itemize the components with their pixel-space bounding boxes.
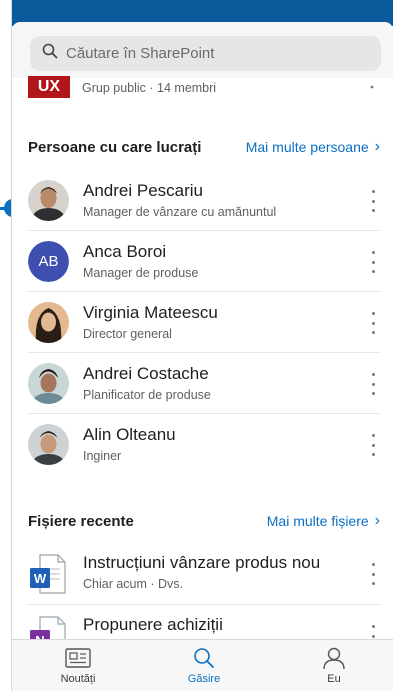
tab-find[interactable]: Găsire — [159, 646, 249, 685]
person-row[interactable]: Andrei Costache Planificator de produse — [28, 353, 380, 414]
site-subtitle: Grup public · 14 membri — [82, 81, 217, 95]
file-row[interactable]: W Instrucțiuni vânzare produs nou Chiar … — [28, 543, 380, 605]
person-name: Anca Boroi — [83, 242, 167, 261]
search-placeholder: Căutare în SharePoint — [66, 45, 215, 62]
svg-text:W: W — [34, 571, 47, 586]
bottom-tab-bar: Noutăți Găsire Eu — [12, 639, 393, 691]
tab-me-label: Eu — [327, 673, 341, 685]
news-icon — [33, 646, 123, 670]
more-people-label: Mai multe persoane — [245, 139, 369, 155]
person-row[interactable]: Andrei Pescariu Manager de vânzare cu am… — [28, 170, 380, 231]
file-meta: Chiar acum · Dvs. — [83, 577, 184, 591]
person-name: Andrei Pescariu — [83, 181, 204, 200]
person-icon — [289, 646, 379, 670]
tab-me[interactable]: Eu — [289, 646, 379, 685]
avatar — [28, 180, 69, 221]
person-role: Inginer — [83, 449, 122, 463]
more-options-icon[interactable] — [368, 563, 378, 585]
people-section-title: Persoane cu care lucrați — [28, 138, 202, 156]
avatar — [28, 424, 69, 465]
app-frame: Căutare în SharePoint UX Grup public · 1… — [11, 0, 393, 691]
person-role: Manager de produse — [83, 266, 199, 280]
avatar — [28, 302, 69, 343]
person-row[interactable]: Alin Olteanu Inginer — [28, 414, 380, 475]
person-role: Manager de vânzare cu amănuntul — [83, 205, 277, 219]
more-files-label: Mai multe fișiere — [266, 513, 369, 529]
more-options-icon[interactable] — [368, 434, 378, 456]
tab-news-label: Noutăți — [60, 673, 96, 685]
person-row[interactable]: AB Anca Boroi Manager de produse — [28, 231, 380, 292]
people-section-header: Persoane cu care lucrați Mai multe perso… — [28, 138, 380, 156]
file-name: Instrucțiuni vânzare produs nou — [83, 553, 321, 572]
chevron-right-icon: › — [374, 138, 380, 155]
word-doc-icon: W — [28, 553, 66, 595]
tab-find-label: Găsire — [187, 673, 221, 685]
person-name: Andrei Costache — [83, 364, 209, 383]
chevron-right-icon: › — [374, 512, 380, 529]
person-role: Director general — [83, 327, 172, 341]
file-name: Propunere achiziții — [83, 615, 223, 634]
avatar — [28, 363, 69, 404]
files-section-title: Fișiere recente — [28, 512, 134, 530]
more-options-icon[interactable] — [368, 312, 378, 334]
search-input[interactable]: Căutare în SharePoint — [30, 36, 381, 71]
more-options-icon[interactable] — [368, 373, 378, 395]
more-files-link[interactable]: Mai multe fișiere › — [267, 512, 380, 530]
more-options-icon[interactable] — [368, 190, 378, 212]
person-name: Virginia Mateescu — [83, 303, 218, 322]
avatar-initials: AB — [28, 241, 69, 282]
person-name: Alin Olteanu — [83, 425, 176, 444]
person-role: Planificator de produse — [83, 388, 211, 402]
site-row[interactable]: UX Grup public · 14 membri — [12, 74, 393, 102]
search-icon — [42, 43, 58, 64]
tab-news[interactable]: Noutăți — [33, 646, 123, 685]
files-section-header: Fișiere recente Mai multe fișiere › — [28, 512, 380, 530]
more-people-link[interactable]: Mai multe persoane › — [246, 138, 380, 156]
more-options-icon[interactable] — [369, 76, 375, 94]
person-row[interactable]: Virginia Mateescu Director general — [28, 292, 380, 353]
site-logo: UX — [28, 76, 70, 98]
search-icon — [159, 646, 249, 670]
avatar: AB — [28, 241, 69, 282]
more-options-icon[interactable] — [368, 251, 378, 273]
